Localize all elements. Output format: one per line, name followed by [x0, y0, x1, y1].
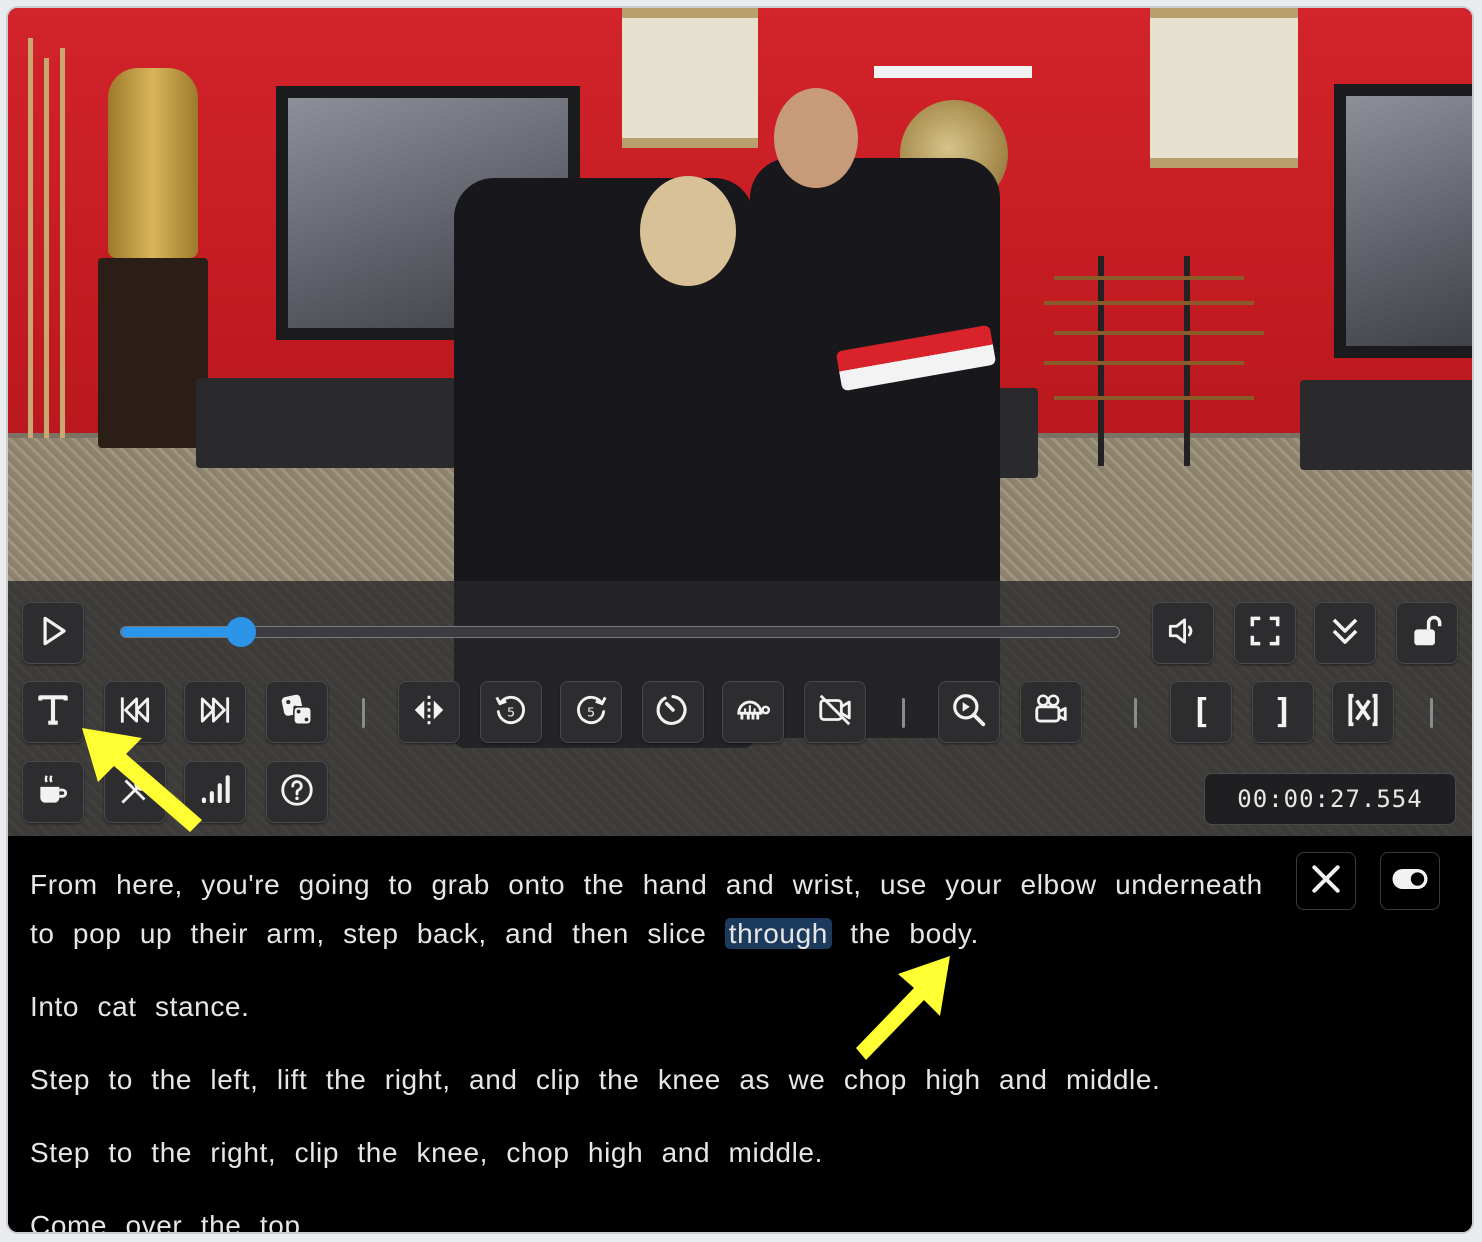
controls-panel: 5 5 [] 00:00:27.554	[8, 581, 1472, 836]
lock-button[interactable]	[1396, 602, 1458, 664]
transcript-paragraph[interactable]: Come over the top.	[30, 1201, 1280, 1232]
help-icon	[278, 771, 316, 813]
hide-video-icon	[816, 691, 854, 733]
collapse-button[interactable]	[1314, 602, 1376, 664]
toolbar-separator	[362, 698, 365, 728]
transcript-paragraph[interactable]: Into cat stance.	[30, 982, 1280, 1031]
hide-video-button[interactable]	[804, 681, 866, 743]
camera-icon	[1032, 691, 1070, 733]
wall-mirror-right	[1334, 84, 1472, 358]
transcript-toggle-button[interactable]	[22, 681, 84, 743]
seek-progress	[121, 627, 241, 637]
turtle-icon	[734, 691, 772, 733]
svg-text:5: 5	[587, 704, 595, 719]
transcript-text[interactable]: From here, you're going to grab onto the…	[30, 869, 1263, 949]
autoscroll-toggle-button[interactable]	[1380, 852, 1440, 910]
buddha-statue	[108, 68, 198, 258]
close-icon	[1306, 859, 1346, 903]
loop-end-button[interactable]: ]	[1252, 681, 1314, 743]
toolbar-separator	[1430, 698, 1433, 728]
mirror-icon	[410, 691, 448, 733]
mirror-button[interactable]	[398, 681, 460, 743]
dice-icon	[278, 691, 316, 733]
fullscreen-icon	[1246, 612, 1284, 654]
transcript-paragraph[interactable]: Step to the left, lift the right, and cl…	[30, 1055, 1280, 1104]
toolbar-separator	[902, 698, 905, 728]
annotation-arrow-toolbar	[82, 728, 202, 832]
svg-text:5: 5	[507, 704, 515, 719]
fullscreen-button[interactable]	[1234, 602, 1296, 664]
forward-5-icon: 5	[572, 691, 610, 733]
volume-icon	[1164, 612, 1202, 654]
rewind-5-button[interactable]: 5	[480, 681, 542, 743]
toggle-icon	[1390, 859, 1430, 903]
slow-motion-button[interactable]	[722, 681, 784, 743]
break-button[interactable]	[22, 761, 84, 823]
transcript-text-icon	[34, 691, 72, 733]
loop-end-label: ]	[1272, 692, 1294, 732]
unlock-icon	[1408, 612, 1446, 654]
collapse-icon	[1326, 612, 1364, 654]
forward-5-button[interactable]: 5	[560, 681, 622, 743]
clear-loop-icon	[1344, 691, 1382, 733]
loop-start-label: [	[1190, 692, 1212, 732]
play-button[interactable]	[22, 602, 84, 664]
timecode-display: 00:00:27.554	[1204, 773, 1456, 825]
volume-button[interactable]	[1152, 602, 1214, 664]
player-window: 5 5 [] 00:00:27.554 From here, you're g…	[6, 6, 1474, 1234]
coffee-icon	[34, 771, 72, 813]
transcript-panel[interactable]: From here, you're going to grab onto the…	[8, 836, 1472, 1232]
transcript-paragraph[interactable]: Step to the right, clip the knee, chop h…	[30, 1128, 1280, 1177]
play-icon	[34, 612, 72, 654]
rewind-5-icon: 5	[492, 691, 530, 733]
clear-loop-button[interactable]	[1332, 681, 1394, 743]
zoom-icon	[950, 691, 988, 733]
weapon-rack	[1044, 256, 1264, 466]
speed-icon	[654, 691, 692, 733]
zoom-button[interactable]	[938, 681, 1000, 743]
annotation-arrow-word	[856, 956, 950, 1060]
seek-bar[interactable]	[120, 617, 1120, 647]
seek-thumb[interactable]	[225, 617, 256, 647]
speed-button[interactable]	[642, 681, 704, 743]
loop-start-button[interactable]: [	[1170, 681, 1232, 743]
random-button[interactable]	[266, 681, 328, 743]
toolbar-separator	[1134, 698, 1137, 728]
help-button[interactable]	[266, 761, 328, 823]
transcript-paragraph[interactable]: From here, you're going to grab onto the…	[30, 860, 1280, 958]
close-transcript-button[interactable]	[1296, 852, 1356, 910]
transcript-text[interactable]: the body.	[832, 918, 979, 949]
camera-button[interactable]	[1020, 681, 1082, 743]
current-word-highlight[interactable]: through	[724, 918, 832, 949]
wall-scroll	[622, 8, 758, 148]
